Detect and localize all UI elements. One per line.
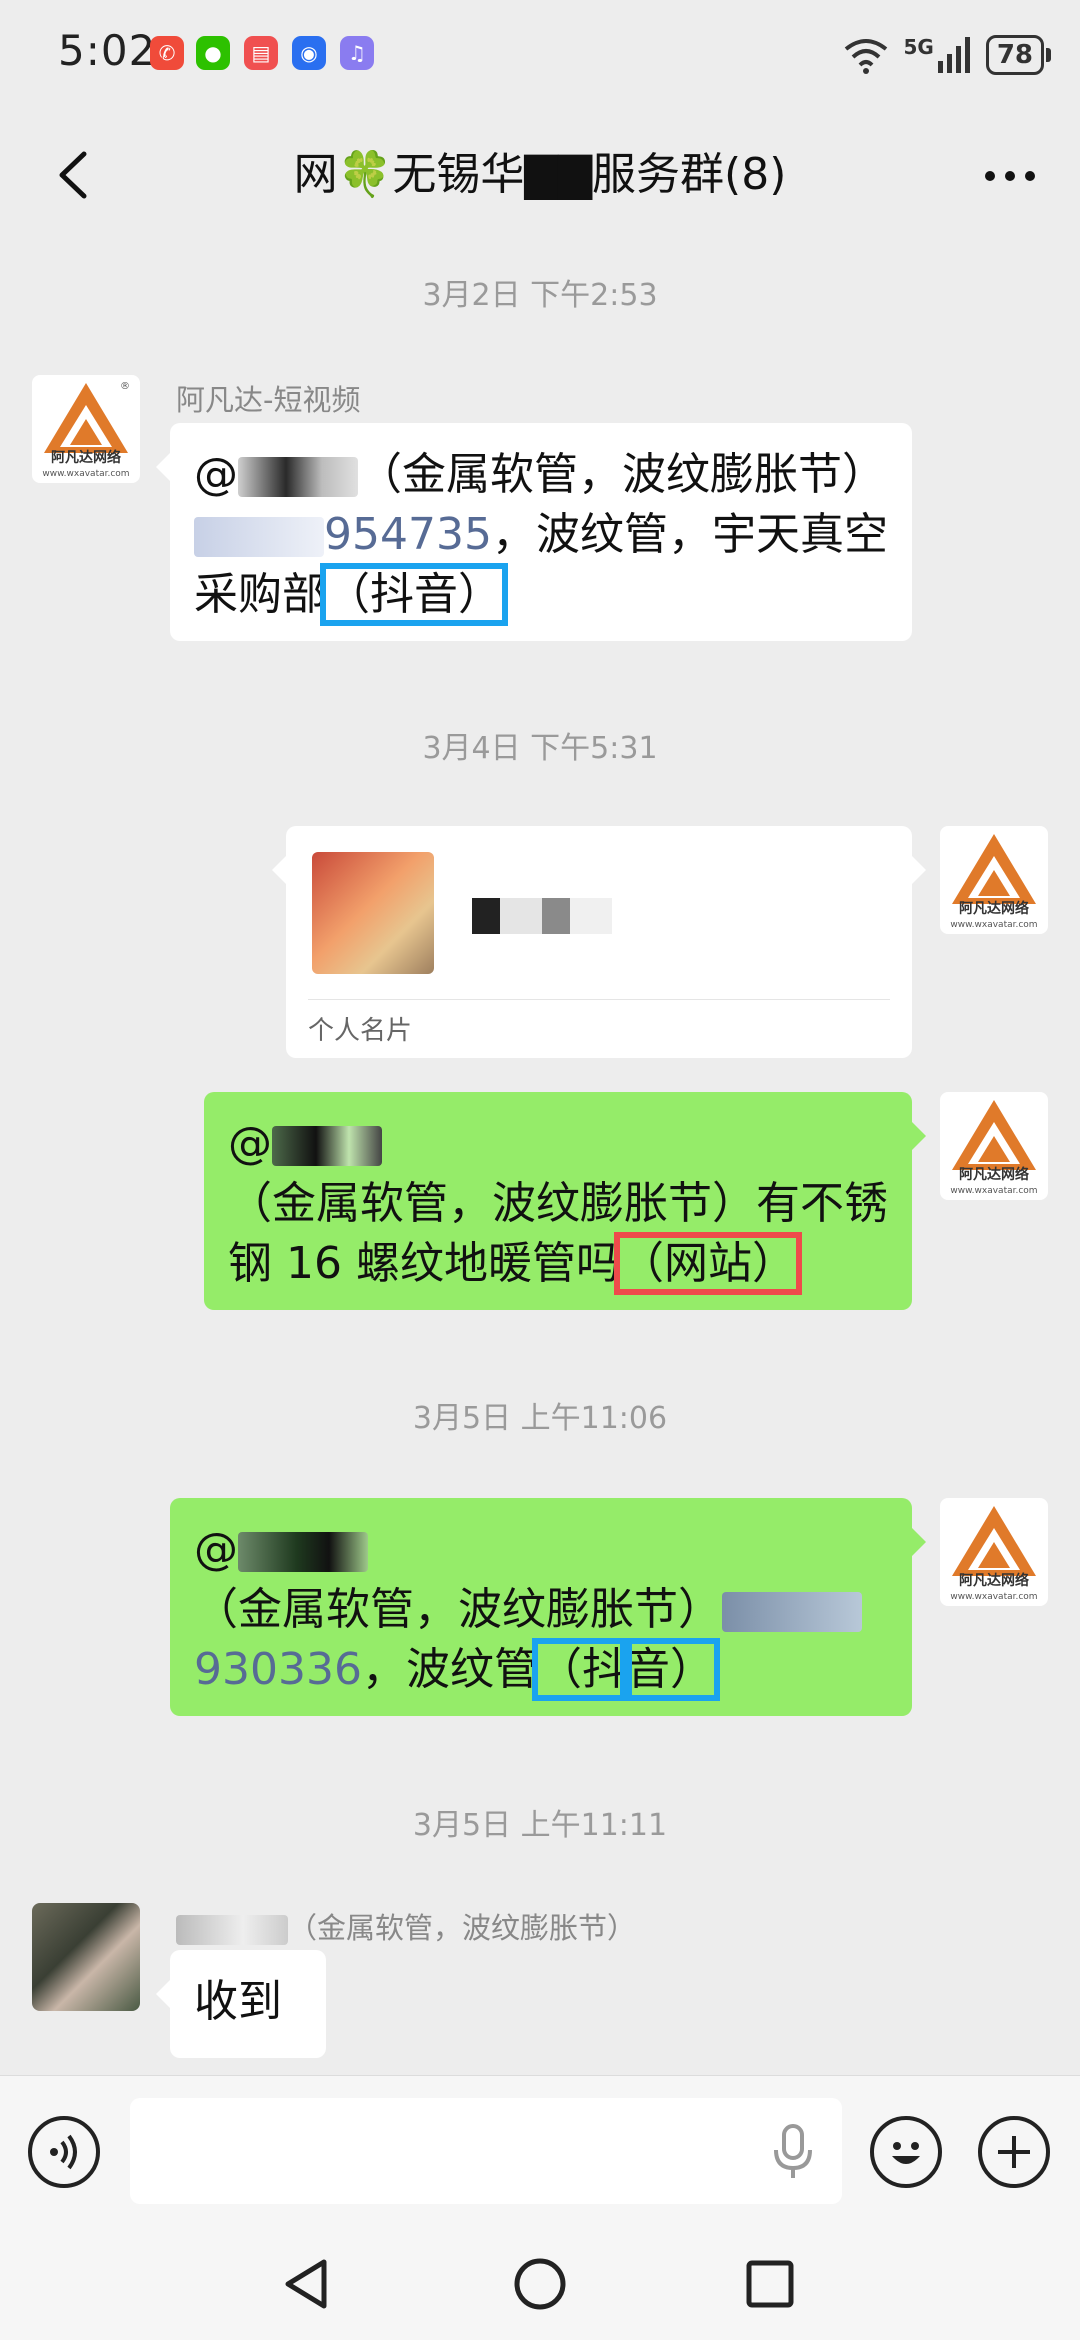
avatar-url: www.wxavatar.com	[42, 469, 130, 479]
book-icon: ▤	[244, 36, 278, 70]
source-tag-website: （网站）	[613, 1232, 802, 1295]
avatar-brand: 阿凡达网络	[51, 450, 121, 466]
voice-icon	[50, 2134, 77, 2170]
status-bar: 5:02 ✆ ● ▤ ◉ ♫ 5G 78	[0, 0, 1080, 110]
avatar[interactable]: ® 阿凡达网络 www.wxavatar.com	[32, 375, 140, 483]
voice-toggle-button[interactable]	[28, 2116, 100, 2188]
message-timestamp: 3月5日 上午11:06	[412, 1401, 668, 1436]
system-navigation	[0, 2230, 1080, 2340]
microphone-icon[interactable]	[768, 2122, 818, 2182]
sender-name: （金属软管，波纹膨胀节）	[176, 1905, 636, 1947]
more-icon[interactable]	[970, 140, 1050, 210]
chat-header: 网🍀无锡华▇▇服务群(8)	[0, 110, 1080, 235]
sender-name: 阿凡达-短视频	[176, 383, 361, 417]
phone-missed-icon: ✆	[150, 36, 184, 70]
signal-icon	[937, 37, 970, 73]
source-tag-douyin: （抖音）	[320, 563, 508, 626]
source-tag-douyin: （抖	[531, 1638, 632, 1701]
status-time: 5:02	[58, 26, 157, 75]
bulb-icon: ◉	[292, 36, 326, 70]
source-tag-douyin: 音）	[619, 1638, 720, 1701]
nav-back-icon[interactable]	[278, 2254, 338, 2314]
battery-indicator: 78	[985, 35, 1052, 75]
redacted-name	[272, 1126, 382, 1166]
wifi-icon	[845, 39, 888, 74]
redacted-phone	[194, 517, 324, 557]
nav-recents-icon[interactable]	[740, 2254, 800, 2314]
contact-card[interactable]: 个人名片	[272, 826, 926, 1058]
message-bubble[interactable]: @（金属软管，波纹膨胀节）930336，波纹管（抖音）	[170, 1498, 926, 1716]
nav-home-icon[interactable]	[510, 2254, 570, 2314]
more-actions-button[interactable]	[978, 2116, 1050, 2188]
message-timestamp: 3月4日 下午5:31	[422, 731, 658, 766]
back-arrow-icon[interactable]	[40, 140, 110, 210]
card-label: 个人名片	[308, 1016, 413, 1046]
plus-icon	[998, 2136, 1030, 2168]
redacted-phone	[722, 1592, 862, 1632]
page-title: 网🍀无锡华▇▇服务群(8)	[293, 149, 787, 200]
message-bubble[interactable]: 收到	[156, 1950, 326, 2058]
phone-number[interactable]: 930336	[194, 1644, 362, 1695]
redacted-name	[238, 1532, 368, 1572]
redacted-name	[176, 1915, 288, 1945]
avatar[interactable]: 阿凡达网络 www.wxavatar.com	[940, 1092, 1048, 1200]
network-type: 5G	[903, 35, 934, 59]
card-name-redacted	[472, 898, 612, 934]
message-timestamp: 3月2日 下午2:53	[422, 278, 658, 313]
wechat-icon: ●	[196, 36, 230, 70]
input-bar	[0, 2075, 1080, 2231]
svg-text:®: ®	[120, 381, 130, 392]
smiley-icon	[892, 2142, 920, 2164]
avatar[interactable]: 阿凡达网络 www.wxavatar.com	[940, 1498, 1048, 1606]
message-bubble[interactable]: @ （金属软管，波纹膨胀节）954735，波纹管，宇天真空采购部（抖音）	[156, 423, 912, 641]
message-bubble[interactable]: @（金属软管，波纹膨胀节）有不锈钢 16 螺纹地暖管吗（网站）	[204, 1092, 926, 1310]
phone-number[interactable]: 954735	[324, 509, 492, 560]
redacted-name	[238, 457, 358, 497]
message-timestamp: 3月5日 上午11:11	[412, 1808, 668, 1843]
avatar[interactable]	[32, 1903, 140, 2011]
avatar[interactable]: 阿凡达网络 www.wxavatar.com	[940, 826, 1048, 934]
emoji-button[interactable]	[870, 2116, 942, 2188]
card-avatar	[312, 852, 434, 974]
message-input[interactable]	[130, 2098, 842, 2204]
music-icon: ♫	[340, 36, 374, 70]
